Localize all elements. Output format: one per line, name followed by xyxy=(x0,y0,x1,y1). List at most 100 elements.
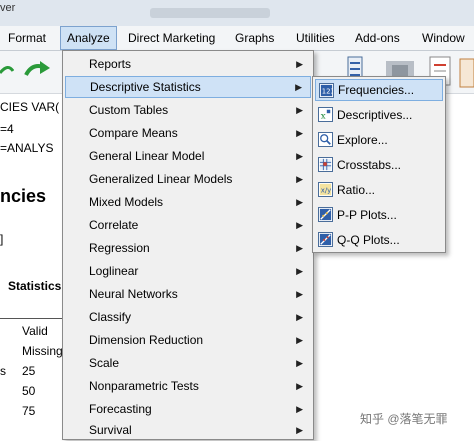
submenu-arrow-icon: ▶ xyxy=(296,105,303,115)
menu-item-compare-means[interactable]: Compare Means ▶ xyxy=(65,122,311,144)
menu-item-label: Regression xyxy=(89,241,150,255)
menu-item-reports[interactable]: Reports ▶ xyxy=(65,53,311,75)
svg-text:123: 123 xyxy=(322,88,334,96)
submenu-arrow-icon: ▶ xyxy=(296,425,303,435)
row-marker: s xyxy=(0,364,6,378)
percentile-25: 25 xyxy=(22,364,36,378)
window-title: ver xyxy=(0,2,16,14)
menu-item-loglinear[interactable]: Loglinear ▶ xyxy=(65,260,311,282)
menu-item-explore[interactable]: Explore... xyxy=(315,129,443,151)
row-label-missing: Missing xyxy=(22,344,63,358)
menu-item-qq-plots[interactable]: Q-Q Plots... xyxy=(315,229,443,251)
submenu-arrow-icon: ▶ xyxy=(296,404,303,414)
menu-format[interactable]: Format xyxy=(2,26,52,50)
menu-item-classify[interactable]: Classify ▶ xyxy=(65,306,311,328)
menu-add-ons[interactable]: Add-ons xyxy=(349,26,406,50)
menu-utilities[interactable]: Utilities xyxy=(290,26,341,50)
menu-item-custom-tables[interactable]: Custom Tables ▶ xyxy=(65,99,311,121)
menu-item-crosstabs[interactable]: Crosstabs... xyxy=(315,154,443,176)
menu-item-label: Loglinear xyxy=(89,264,139,278)
menu-item-label: Descriptive Statistics xyxy=(90,80,201,94)
menu-item-label: Mixed Models xyxy=(89,195,164,209)
undo-icon[interactable] xyxy=(0,61,14,81)
table-rule xyxy=(0,318,62,319)
menu-item-label: Classify xyxy=(89,310,132,324)
submenu-arrow-icon: ▶ xyxy=(296,197,303,207)
submenu-arrow-icon: ▶ xyxy=(296,381,303,391)
submenu-arrow-icon: ▶ xyxy=(296,220,303,230)
syntax-line-3: =ANALYS xyxy=(0,141,54,155)
pp-plots-icon xyxy=(318,207,333,222)
menu-item-frequencies[interactable]: 123 Frequencies... xyxy=(315,79,443,101)
frequencies-icon: 123 xyxy=(319,83,334,98)
percentile-50: 50 xyxy=(22,384,36,398)
ratio-icon: x/y xyxy=(318,182,333,197)
submenu-arrow-icon: ▶ xyxy=(295,82,302,92)
menu-graphs[interactable]: Graphs xyxy=(229,26,280,50)
menu-item-label: Scale xyxy=(89,356,120,370)
chart-toolbar-icon[interactable] xyxy=(458,55,474,89)
menu-item-label: Descriptives... xyxy=(337,108,413,122)
menu-item-label: Neural Networks xyxy=(89,287,178,301)
explore-icon xyxy=(318,132,333,147)
menu-item-label: P-P Plots... xyxy=(337,208,397,222)
menu-item-label: Nonparametric Tests xyxy=(89,379,199,393)
menu-item-generalized-linear-models[interactable]: Generalized Linear Models ▶ xyxy=(65,168,311,190)
menu-item-label: Crosstabs... xyxy=(337,158,402,172)
menu-analyze[interactable]: Analyze xyxy=(60,26,117,50)
menu-item-general-linear-model[interactable]: General Linear Model ▶ xyxy=(65,145,311,167)
menu-item-pp-plots[interactable]: P-P Plots... xyxy=(315,204,443,226)
menu-item-descriptives[interactable]: x Descriptives... xyxy=(315,104,443,126)
submenu-arrow-icon: ▶ xyxy=(296,358,303,368)
crosstabs-icon xyxy=(318,157,333,172)
title-bar: ver xyxy=(0,0,474,26)
descriptives-icon: x xyxy=(318,107,333,122)
menu-item-regression[interactable]: Regression ▶ xyxy=(65,237,311,259)
menu-item-mixed-models[interactable]: Mixed Models ▶ xyxy=(65,191,311,213)
redo-icon[interactable] xyxy=(22,59,52,83)
syntax-line-1: CIES VAR( xyxy=(0,100,60,114)
menu-item-neural-networks[interactable]: Neural Networks ▶ xyxy=(65,283,311,305)
menu-item-label: Forecasting xyxy=(89,402,152,416)
menu-item-label: Correlate xyxy=(89,218,139,232)
menu-item-label: Compare Means xyxy=(89,126,178,140)
menu-item-label: Frequencies... xyxy=(338,83,415,97)
submenu-arrow-icon: ▶ xyxy=(296,59,303,69)
menu-window[interactable]: Window xyxy=(416,26,471,50)
output-heading: ncies xyxy=(0,186,47,206)
watermark: 知乎 @落笔无罪 xyxy=(360,412,448,426)
menu-direct-marketing[interactable]: Direct Marketing xyxy=(122,26,221,50)
menu-item-label: Ratio... xyxy=(337,183,376,197)
menu-bar: Format Analyze Direct Marketing Graphs U… xyxy=(0,26,474,51)
submenu-arrow-icon: ▶ xyxy=(296,243,303,253)
submenu-arrow-icon: ▶ xyxy=(296,335,303,345)
menu-item-descriptive-statistics[interactable]: Descriptive Statistics ▶ xyxy=(65,76,311,98)
submenu-arrow-icon: ▶ xyxy=(296,266,303,276)
svg-text:x: x xyxy=(321,111,326,121)
menu-item-label: Explore... xyxy=(337,133,388,147)
menu-item-correlate[interactable]: Correlate ▶ xyxy=(65,214,311,236)
svg-text:x/y: x/y xyxy=(321,187,332,195)
submenu-arrow-icon: ▶ xyxy=(296,312,303,322)
menu-item-survival[interactable]: Survival ▶ xyxy=(65,419,311,441)
menu-item-dimension-reduction[interactable]: Dimension Reduction ▶ xyxy=(65,329,311,351)
row-label-valid: Valid xyxy=(22,324,48,338)
menu-item-label: Survival xyxy=(89,423,132,437)
output-bracket: ] xyxy=(0,232,4,246)
analyze-menu: Reports ▶ Descriptive Statistics ▶ Custom … xyxy=(62,50,314,440)
menu-item-label: Dimension Reduction xyxy=(89,333,204,347)
percentile-75: 75 xyxy=(22,404,36,418)
menu-item-ratio[interactable]: x/y Ratio... xyxy=(315,179,443,201)
menu-item-nonparametric-tests[interactable]: Nonparametric Tests ▶ xyxy=(65,375,311,397)
menu-item-scale[interactable]: Scale ▶ xyxy=(65,352,311,374)
qq-plots-icon xyxy=(318,232,333,247)
menu-item-label: Generalized Linear Models xyxy=(89,172,233,186)
submenu-arrow-icon: ▶ xyxy=(296,289,303,299)
menu-item-label: Q-Q Plots... xyxy=(337,233,400,247)
menu-item-forecasting[interactable]: Forecasting ▶ xyxy=(65,398,311,420)
submenu-arrow-icon: ▶ xyxy=(296,128,303,138)
submenu-arrow-icon: ▶ xyxy=(296,174,303,184)
menu-item-label: General Linear Model xyxy=(89,149,205,163)
blurred-title-text xyxy=(150,8,270,18)
statistics-title: Statistics xyxy=(8,279,62,293)
